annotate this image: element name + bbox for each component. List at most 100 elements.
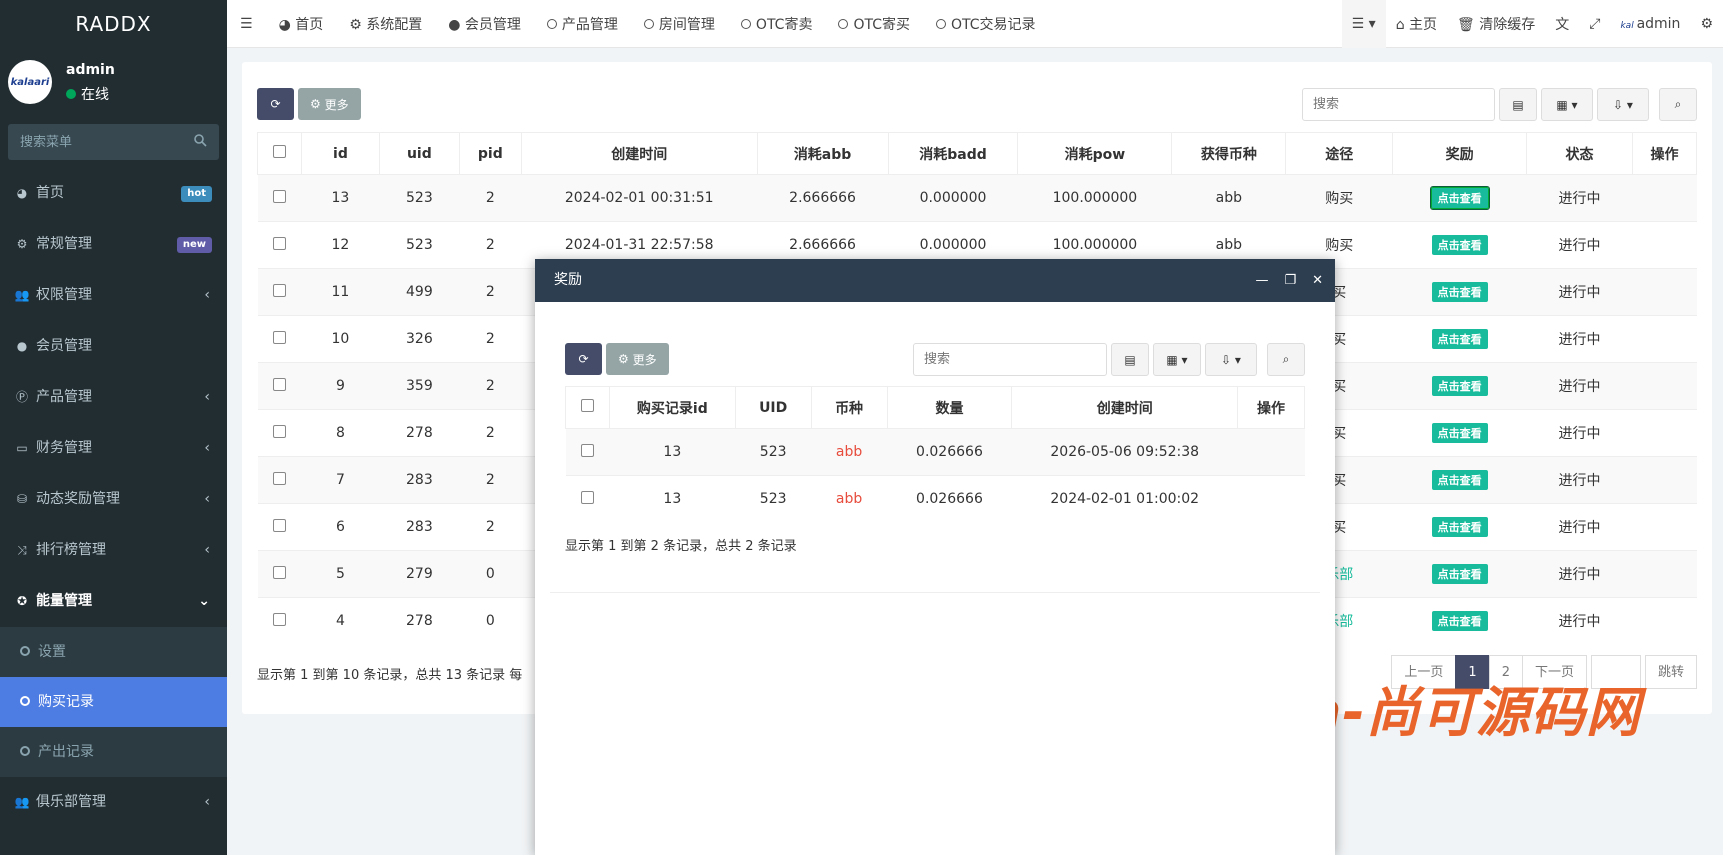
tab-products[interactable]: 产品管理 xyxy=(534,14,631,34)
view-reward-button[interactable]: 点击查看 xyxy=(1431,235,1488,255)
cell-uid: 278 xyxy=(379,597,460,645)
column-header[interactable]: 状态 xyxy=(1526,132,1633,175)
row-checkbox[interactable] xyxy=(272,330,286,344)
search-icon[interactable] xyxy=(194,134,207,151)
toggle-view-button[interactable]: ▤ xyxy=(1499,88,1537,121)
column-header[interactable]: 创建时间 xyxy=(520,132,758,175)
row-checkbox[interactable] xyxy=(272,377,286,391)
advanced-search-button[interactable]: ⌕ xyxy=(1659,88,1697,121)
column-header[interactable]: 币种 xyxy=(810,386,888,429)
view-reward-button[interactable]: 点击查看 xyxy=(1431,517,1488,537)
menu-toggle-icon[interactable]: ☰ xyxy=(227,16,266,32)
view-reward-button[interactable]: 点击查看 xyxy=(1431,282,1488,302)
sidebar-item-label: 动态奖励管理 xyxy=(36,491,120,507)
nav-home-link[interactable]: ⌂ 主页 xyxy=(1386,14,1447,34)
language-icon[interactable]: 文 xyxy=(1545,14,1579,34)
column-header[interactable]: 数量 xyxy=(886,386,1013,429)
sidebar-item-rewards[interactable]: ⛁ 动态奖励管理 ‹ xyxy=(0,474,227,525)
maximize-icon[interactable]: ❐ xyxy=(1284,259,1296,302)
view-reward-button[interactable]: 点击查看 xyxy=(1431,329,1488,349)
row-checkbox[interactable] xyxy=(272,518,286,532)
column-header[interactable]: 消耗pow xyxy=(1017,132,1173,175)
column-header[interactable]: UID xyxy=(734,386,812,429)
sidebar-item-finance[interactable]: ▭ 财务管理 ‹ xyxy=(0,423,227,474)
sidebar-item-permission[interactable]: 👥 权限管理 ‹ xyxy=(0,270,227,321)
column-header[interactable]: 购买记录id xyxy=(608,386,736,429)
column-header[interactable]: 获得币种 xyxy=(1171,132,1287,175)
column-header[interactable]: 操作 xyxy=(1631,132,1698,175)
cell-uid: 326 xyxy=(379,315,460,363)
sidebar-item-members[interactable]: ● 会员管理 xyxy=(0,321,227,372)
modal-refresh-button[interactable]: ⟳ xyxy=(565,343,602,375)
clear-cache-button[interactable]: 🗑 清除缓存 xyxy=(1447,14,1545,34)
row-checkbox[interactable] xyxy=(272,471,286,485)
column-header[interactable]: 消耗abb xyxy=(756,132,889,175)
modal-search-button[interactable]: ⌕ xyxy=(1267,343,1305,376)
column-header[interactable]: 消耗badd xyxy=(887,132,1019,175)
select-all-checkbox[interactable] xyxy=(272,145,286,158)
sidebar-item-energy[interactable]: ✪ 能量管理 ⌄ xyxy=(0,576,227,627)
row-checkbox[interactable] xyxy=(272,283,286,297)
view-reward-button[interactable]: 点击查看 xyxy=(1431,376,1488,396)
view-reward-button[interactable]: 点击查看 xyxy=(1429,186,1490,210)
sidebar-item-general[interactable]: ⚙ 常规管理 new xyxy=(0,219,227,270)
close-icon[interactable]: ✕ xyxy=(1312,259,1323,302)
cell-pid: 2 xyxy=(459,503,522,551)
sidebar-item-club[interactable]: 👥 俱乐部管理 ‹ xyxy=(0,777,227,828)
view-reward-button[interactable]: 点击查看 xyxy=(1431,564,1488,584)
row-checkbox[interactable] xyxy=(272,189,286,203)
cogs-icon[interactable]: ⚙ xyxy=(1690,16,1723,32)
fullscreen-icon[interactable]: ⤢ xyxy=(1579,16,1610,32)
column-header[interactable]: pid xyxy=(458,132,522,175)
brand-logo[interactable]: RADDX xyxy=(0,0,227,48)
row-checkbox[interactable] xyxy=(272,565,286,579)
menu-search-input[interactable] xyxy=(8,124,219,160)
search-input[interactable] xyxy=(1302,88,1495,121)
tab-rooms[interactable]: 房间管理 xyxy=(631,14,728,34)
column-header[interactable]: 奖励 xyxy=(1392,132,1528,175)
table-row[interactable]: 13 523 abb 0.026666 2026-05-06 09:52:38 xyxy=(565,428,1305,476)
admin-menu[interactable]: kal admin xyxy=(1610,16,1690,32)
modal-columns-button[interactable]: ▦ ▾ xyxy=(1153,343,1201,376)
tab-otc-buy[interactable]: OTC寄买 xyxy=(825,14,923,34)
tab-home[interactable]: ◕ 首页 xyxy=(266,14,337,34)
view-reward-button[interactable]: 点击查看 xyxy=(1431,470,1488,490)
modal-export-button[interactable]: ⇩ ▾ xyxy=(1205,343,1257,376)
tab-otc-sell[interactable]: OTC寄卖 xyxy=(728,14,826,34)
modal-more-button[interactable]: ⚙ 更多 xyxy=(606,343,669,375)
more-button[interactable]: ⚙ 更多 xyxy=(298,88,361,120)
column-header[interactable]: 创建时间 xyxy=(1011,386,1239,429)
row-checkbox[interactable] xyxy=(272,612,286,626)
tab-otc-records[interactable]: OTC交易记录 xyxy=(923,14,1049,34)
row-checkbox[interactable] xyxy=(272,424,286,438)
modal-toggle-view-button[interactable]: ▤ xyxy=(1111,343,1149,376)
column-header[interactable]: id xyxy=(300,132,380,175)
view-reward-button[interactable]: 点击查看 xyxy=(1431,423,1488,443)
tab-system-config[interactable]: ⚙ 系统配置 xyxy=(336,14,435,34)
sidebar-subitem-purchase-records[interactable]: 购买记录 xyxy=(0,677,227,727)
jump-button[interactable]: 跳转 xyxy=(1644,655,1697,689)
table-row[interactable]: 13 523 abb 0.026666 2024-02-01 01:00:02 xyxy=(565,475,1305,523)
minimize-icon[interactable]: — xyxy=(1255,259,1268,302)
columns-button[interactable]: ▦ ▾ xyxy=(1541,88,1593,121)
column-header[interactable]: uid xyxy=(378,132,460,175)
column-header[interactable]: 途径 xyxy=(1285,132,1394,175)
sidebar-item-products[interactable]: Ⓟ 产品管理 ‹ xyxy=(0,372,227,423)
tab-members[interactable]: ● 会员管理 xyxy=(435,14,534,34)
row-checkbox[interactable] xyxy=(580,443,594,457)
sidebar-subitem-output-records[interactable]: 产出记录 xyxy=(0,727,227,777)
column-header[interactable]: 操作 xyxy=(1237,386,1305,429)
export-button[interactable]: ⇩ ▾ xyxy=(1597,88,1649,121)
sidebar-subitem-label: 产出记录 xyxy=(38,744,94,760)
refresh-button[interactable]: ⟳ xyxy=(257,88,294,120)
sidebar-item-home[interactable]: ◕ 首页 hot xyxy=(0,168,227,219)
view-reward-button[interactable]: 点击查看 xyxy=(1431,611,1488,632)
sidebar-subitem-settings[interactable]: 设置 xyxy=(0,627,227,677)
select-all-checkbox[interactable] xyxy=(580,399,594,412)
row-checkbox[interactable] xyxy=(272,236,286,250)
table-row[interactable]: 13 523 2 2024-02-01 00:31:51 2.666666 0.00000… xyxy=(257,174,1697,222)
row-checkbox[interactable] xyxy=(580,490,594,504)
modal-search-input[interactable] xyxy=(913,343,1107,376)
sidebar-item-ranking[interactable]: ⤨ 排行榜管理 ‹ xyxy=(0,525,227,576)
nav-list-dropdown[interactable]: ☰ ▾ xyxy=(1341,0,1386,48)
